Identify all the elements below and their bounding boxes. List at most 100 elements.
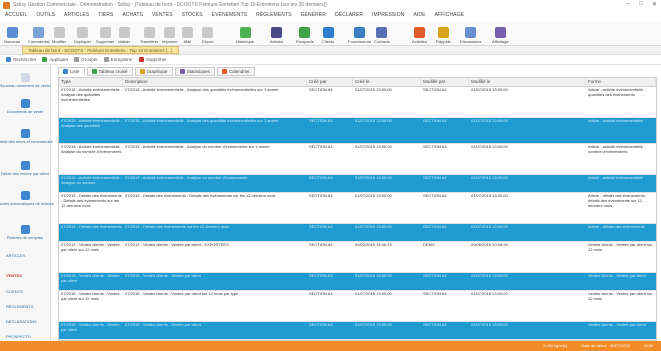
app-logo-icon bbox=[3, 1, 10, 9]
table-row[interactable]: 07/2015 - Détails des événements - Détai… bbox=[59, 193, 656, 224]
sidebar-section-clients[interactable]: CLIENTS bbox=[6, 289, 23, 294]
menu-item-evenements[interactable]: ÉVÉNEMENTS bbox=[212, 12, 247, 18]
table-cell: 01/07/2015 13:00:00 bbox=[355, 145, 392, 149]
ribbon-button-prospects[interactable]: Prospects bbox=[296, 22, 314, 44]
column-header-description[interactable]: Description bbox=[123, 78, 307, 86]
sidebar-item-nouveau-document-de-vente[interactable]: Nouveau document de vente bbox=[0, 73, 51, 88]
menu-item-articles[interactable]: ARTICLES bbox=[64, 12, 89, 18]
table-cell: SECTION A4 bbox=[423, 274, 447, 278]
nouveau-document-de-vente-icon bbox=[20, 73, 30, 82]
ribbon-button-transferer[interactable]: Transférer bbox=[140, 22, 158, 44]
ribbon-button-articles[interactable]: Articles bbox=[270, 22, 283, 44]
toolbar-label: Appliquer bbox=[49, 57, 69, 62]
liste-icon bbox=[63, 69, 68, 74]
toolbar-supprimer[interactable]: Supprimer bbox=[138, 57, 167, 62]
ribbon-button-historique[interactable]: Historique bbox=[236, 22, 254, 44]
column-header-cree-par[interactable]: Créé par bbox=[307, 78, 353, 86]
menu-item-generer[interactable]: GÉNÉRER bbox=[301, 12, 326, 18]
ribbon-button-contacts[interactable]: Contacts bbox=[374, 22, 390, 44]
column-header-modifie-le[interactable]: Modifié le bbox=[469, 78, 586, 86]
ribbon-button-mail[interactable]: Mail bbox=[182, 22, 193, 44]
ribbon-button-fournisseurs[interactable]: Fournisseurs bbox=[348, 22, 371, 44]
ribbon-button-clients[interactable]: Clients bbox=[322, 22, 334, 44]
close-button[interactable]: ✕ bbox=[652, 1, 657, 8]
sidebar-item-documents-de-vente[interactable]: Documents de vente bbox=[0, 99, 50, 114]
column-header-type[interactable]: Type bbox=[59, 78, 123, 86]
sidebar-section-prospects[interactable]: PROSPECTS bbox=[6, 334, 31, 339]
menu-item-stocks[interactable]: STOCKS bbox=[182, 12, 203, 18]
rappels-icon bbox=[437, 27, 449, 38]
maximize-button[interactable]: □ bbox=[639, 1, 643, 8]
ribbon-button-affichage[interactable]: Affichage bbox=[492, 22, 509, 44]
ribbon-button-activites[interactable]: Activités bbox=[412, 22, 427, 44]
ribbon-button-valider[interactable]: Valider bbox=[118, 22, 130, 44]
table-cell: 01/07/2015 13:00:00 bbox=[471, 292, 508, 296]
menu-item-outils[interactable]: OUTILS bbox=[36, 12, 55, 18]
table-cell: 01/07/2015 13:00:00 bbox=[471, 119, 508, 123]
sidebar-section-declarations[interactable]: DÉCLARATIONS bbox=[6, 319, 37, 324]
ribbon-button-discussions[interactable]: Discussions bbox=[460, 22, 481, 44]
sidebar-item-taches-automatiques-de-relance[interactable]: Tâches automatiques de relance bbox=[0, 191, 54, 206]
ribbon-button-export[interactable]: Export bbox=[202, 22, 214, 44]
status-item: Date de début : 30/07/2015 bbox=[581, 343, 630, 348]
menu-item-impression[interactable]: IMPRESSION bbox=[372, 12, 404, 18]
rechercher-icon bbox=[6, 57, 11, 62]
table-row[interactable]: 07/2015 - Ventes clients - Ventes par cl… bbox=[59, 242, 656, 273]
menu-item-reglements[interactable]: RÈGLEMENTS bbox=[256, 12, 291, 18]
status-item: 3 052 ligne(s) bbox=[543, 343, 568, 348]
sidebar-section-reglements[interactable]: RÈGLEMENTS bbox=[6, 304, 34, 309]
table-row[interactable]: 07/2015 - Ventes clients - Ventes par cl… bbox=[59, 273, 656, 291]
title-bar: Sellsy Gestion Commerciale - Démonstrati… bbox=[0, 0, 661, 10]
ribbon-button-commercial[interactable]: Commercial bbox=[28, 22, 49, 44]
taches-automatiques-de-relance-icon bbox=[20, 191, 30, 200]
menu-item-achats[interactable]: ACHATS bbox=[122, 12, 143, 18]
table-cell: 01/07/2015 13:00:00 bbox=[471, 176, 508, 180]
column-header-forme[interactable]: Forme bbox=[586, 78, 656, 86]
column-header-modifie-par[interactable]: Modifié par bbox=[421, 78, 469, 86]
sidebar-item-releves-de-comptes[interactable]: Relevés de comptes bbox=[0, 225, 50, 240]
fournisseurs-icon bbox=[354, 27, 366, 38]
export-icon bbox=[202, 27, 214, 38]
sidebar-section-articles[interactable]: ARTICLES bbox=[6, 253, 26, 258]
document-tab[interactable]: Tableau de bord - SCOOTS - Peinture Entr… bbox=[22, 46, 179, 54]
menu-item-ventes[interactable]: VENTES bbox=[152, 12, 173, 18]
sidebar-item-detail-des-ventes-par-client[interactable]: Détail des ventes par client bbox=[0, 161, 50, 176]
table-row[interactable]: 07/2015 - Détails des événements 07/2015 … bbox=[59, 224, 656, 242]
table-row[interactable]: 07/2015 - Activité événementielle - Anal… bbox=[59, 175, 656, 193]
table-row[interactable]: 07/2015 - Activité événementielle - Anal… bbox=[59, 144, 656, 175]
menu-item-affichage[interactable]: AFFICHAGE bbox=[435, 12, 465, 18]
minimize-button[interactable]: – bbox=[627, 1, 630, 8]
ribbon-button-supprimer[interactable]: Supprimer bbox=[96, 22, 114, 44]
table-row[interactable]: 07/2015 - Activité événementielle - Anal… bbox=[59, 118, 656, 144]
sidebar-item-label: Détail des devis et commandes bbox=[0, 139, 53, 144]
column-header-cree-le[interactable]: Créé le bbox=[353, 78, 421, 86]
table-cell: Article - activité événementielle bbox=[588, 176, 644, 180]
table-row[interactable]: 07/2015 - Activité événementielle - Anal… bbox=[59, 87, 656, 118]
ribbon-button-dupliquer[interactable]: Dupliquer bbox=[74, 22, 91, 44]
menu-item-tiers[interactable]: TIERS bbox=[98, 12, 113, 18]
ribbon-button-modifier[interactable]: Modifier bbox=[52, 22, 66, 44]
table-cell: 01/07/2015 13:00:00 bbox=[471, 225, 508, 229]
menu-item-accueil[interactable]: ACCUEIL bbox=[5, 12, 27, 18]
table-cell: 07/2015 - Ventes clients - Ventes par cl… bbox=[125, 274, 201, 278]
menu-item-aide[interactable]: AIDE bbox=[413, 12, 425, 18]
ribbon-button-nouveau[interactable]: Nouveau bbox=[4, 22, 20, 44]
sidebar-section-ventes[interactable]: VENTES bbox=[6, 273, 22, 278]
tab-statistiques[interactable]: Statistiques bbox=[174, 67, 215, 76]
tab-calendrier[interactable]: Calendrier bbox=[216, 67, 255, 76]
menu-item-declarer[interactable]: DÉCLARER bbox=[335, 12, 363, 18]
toolbar-rechercher[interactable]: Rechercher bbox=[6, 57, 36, 62]
toolbar-enregistrer[interactable]: Enregistrer bbox=[103, 57, 133, 62]
ribbon-button-imprimer[interactable]: Imprimer bbox=[162, 22, 178, 44]
sidebar-item-detail-des-devis-et-commandes[interactable]: Détail des devis et commandes bbox=[0, 129, 53, 144]
toolbar-appliquer[interactable]: Appliquer bbox=[42, 57, 68, 62]
table-row[interactable]: 07/2015 - Ventes clients - Ventes par cl… bbox=[59, 291, 656, 322]
toolbar-grouper[interactable]: Grouper bbox=[74, 57, 98, 62]
tab-liste[interactable]: Liste bbox=[58, 67, 85, 76]
table-cell: SECTION A4 bbox=[423, 88, 447, 92]
table-cell: 07/2015 - Activité événementielle - Anal… bbox=[125, 88, 279, 92]
ribbon-button-rappels[interactable]: Rappels bbox=[436, 22, 451, 44]
tab-tableau-croise[interactable]: Tableau croisé bbox=[86, 67, 133, 76]
table-row[interactable]: 07/2015 - Ventes clients - Ventes par cl… bbox=[59, 322, 656, 340]
tab-graphique[interactable]: Graphique bbox=[134, 67, 173, 76]
